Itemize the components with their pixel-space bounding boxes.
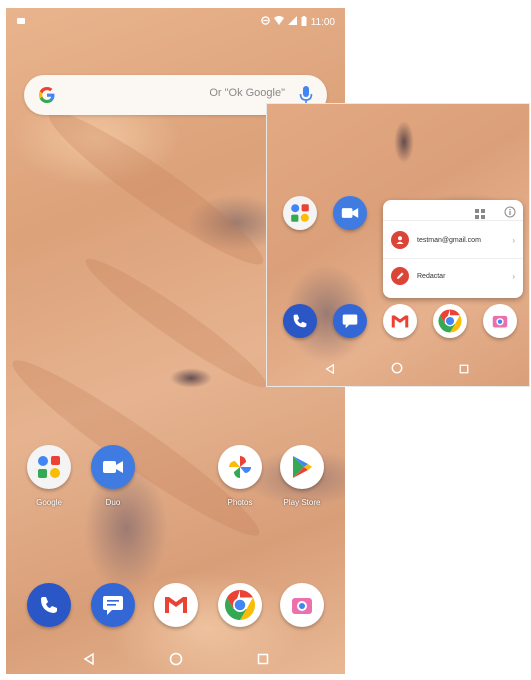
messages-icon[interactable] — [333, 304, 367, 338]
drag-handle-icon[interactable]: › — [512, 236, 515, 245]
camera-icon[interactable] — [483, 304, 517, 338]
app-label: Google — [36, 498, 62, 507]
status-icons: 11:00 — [260, 15, 335, 29]
phone-icon[interactable] — [27, 583, 71, 627]
shortcut-compose[interactable]: Redactar › — [391, 263, 515, 289]
home-icon[interactable] — [169, 652, 183, 671]
status-bar: 11:00 — [6, 8, 345, 36]
divider — [383, 220, 523, 221]
play-store-icon[interactable] — [280, 445, 324, 489]
wifi-icon — [273, 16, 284, 28]
dnd-icon — [260, 16, 270, 28]
search-hint: Or "Ok Google" — [209, 87, 285, 99]
navigation-bar — [297, 362, 497, 378]
app-shortcuts-popup: testman@gmail.com › Redactar › — [383, 200, 523, 298]
signal-icon — [287, 16, 297, 28]
gmail-icon[interactable] — [383, 304, 417, 338]
navigation-bar — [46, 651, 306, 671]
battery-icon — [301, 15, 307, 29]
back-icon[interactable] — [83, 652, 95, 670]
shortcut-account[interactable]: testman@gmail.com › — [391, 227, 515, 253]
messages-icon[interactable] — [91, 583, 135, 627]
duo-icon[interactable] — [333, 196, 367, 230]
divider — [383, 258, 523, 259]
widgets-icon[interactable] — [475, 206, 485, 224]
duo-icon[interactable] — [91, 445, 135, 489]
phone-icon[interactable] — [283, 304, 317, 338]
google-folder-icon[interactable] — [283, 196, 317, 230]
recents-icon[interactable] — [459, 361, 469, 379]
app-label: Play Store — [283, 498, 321, 507]
photos-icon[interactable] — [218, 445, 262, 489]
camera-icon[interactable] — [280, 583, 324, 627]
chrome-icon[interactable] — [433, 304, 467, 338]
app-label: Photos — [227, 498, 253, 507]
chrome-icon[interactable] — [218, 583, 262, 627]
shortcut-label: Redactar — [417, 272, 446, 280]
gmail-icon[interactable] — [154, 583, 198, 627]
home-icon[interactable] — [391, 361, 403, 379]
shortcut-label: testman@gmail.com — [417, 236, 481, 244]
compose-icon — [391, 267, 409, 285]
notification-icon — [16, 16, 26, 29]
wallpaper-streak — [38, 97, 274, 279]
recents-icon[interactable] — [257, 652, 269, 670]
google-g-icon — [36, 84, 58, 106]
google-folder-icon[interactable] — [27, 445, 71, 489]
drag-handle-icon[interactable]: › — [512, 272, 515, 281]
clock: 11:00 — [310, 16, 335, 28]
app-label: Duo — [105, 498, 121, 507]
inset-screenshot: testman@gmail.com › Redactar › — [266, 103, 530, 387]
account-icon — [391, 231, 409, 249]
wallpaper-streak — [77, 247, 275, 399]
back-icon[interactable] — [325, 361, 335, 379]
